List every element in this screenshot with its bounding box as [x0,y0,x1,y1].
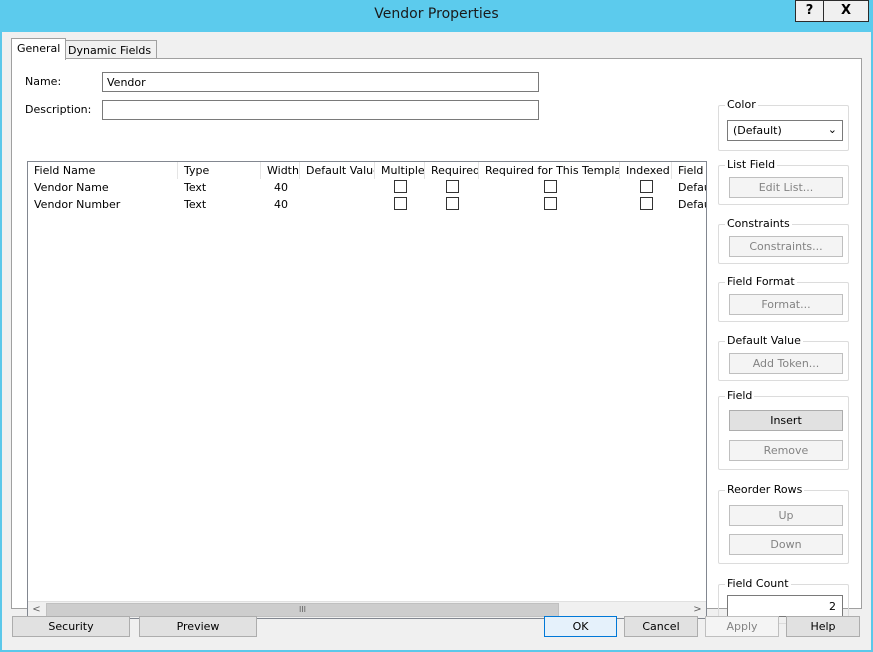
preview-button[interactable]: Preview [139,616,257,637]
apply-button[interactable]: Apply [705,616,779,637]
color-select[interactable]: (Default) ⌄ [727,120,843,141]
color-selected-value: (Default) [733,124,782,137]
scroll-thumb[interactable]: III [46,603,559,617]
help-icon[interactable]: ? [795,0,824,22]
cell-type: Text [184,198,207,211]
cell-field-name: Vendor Name [34,181,109,194]
reorder-rows-group: Reorder Rows Up Down [718,483,849,564]
cancel-button[interactable]: Cancel [624,616,698,637]
cell-field-name: Vendor Number [34,198,121,211]
description-label: Description: [25,103,92,116]
col-indexed[interactable]: Indexed [620,162,672,179]
format-button[interactable]: Format... [729,294,843,315]
field-count-value: 2 [727,595,843,617]
required-template-checkbox[interactable] [544,197,557,210]
indexed-checkbox[interactable] [640,180,653,193]
col-required-template[interactable]: Required for This Template [479,162,620,179]
field-group-title: Field [725,389,755,402]
col-multiple[interactable]: Multiple [375,162,425,179]
required-template-checkbox[interactable] [544,180,557,193]
col-field-name[interactable]: Field Name [28,162,178,179]
col-required[interactable]: Required [425,162,479,179]
description-input[interactable] [102,100,539,120]
cell-default-value [300,179,375,196]
col-field-i[interactable]: Field I [672,162,706,179]
dialog-client: General Dynamic Fields Name: Description… [2,32,871,650]
cell-field-i: Defau [678,198,706,211]
tab-dynamic-fields[interactable]: Dynamic Fields [62,40,158,60]
general-panel: Name: Description: Field Name Type Width… [11,58,862,624]
cell-width: 40 [274,198,288,211]
close-icon[interactable]: X [824,0,869,22]
chevron-down-icon: ⌄ [827,123,837,136]
list-field-group-title: List Field [725,158,778,171]
field-count-group-title: Field Count [725,577,791,590]
constraints-group-title: Constraints [725,217,792,230]
list-field-group: List Field Edit List... [718,158,849,205]
cell-default-value [300,196,375,213]
col-width[interactable]: Width [261,162,300,179]
name-input[interactable] [102,72,539,92]
name-label: Name: [25,75,62,88]
fields-grid[interactable]: Field Name Type Width Default Value Mult… [27,161,707,619]
tab-general[interactable]: General [11,38,67,60]
move-down-button[interactable]: Down [729,534,843,555]
field-group: Field Insert Remove [718,389,849,470]
constraints-group: Constraints Constraints... [718,217,849,264]
move-up-button[interactable]: Up [729,505,843,526]
ok-button[interactable]: OK [544,616,617,637]
multiple-checkbox[interactable] [394,197,407,210]
title-bar: Vendor Properties ? X [0,0,873,32]
required-checkbox[interactable] [446,180,459,193]
default-value-group: Default Value Add Token... [718,334,849,381]
required-checkbox[interactable] [446,197,459,210]
indexed-checkbox[interactable] [640,197,653,210]
default-value-group-title: Default Value [725,334,803,347]
grid-header: Field Name Type Width Default Value Mult… [28,162,706,179]
cell-field-i: Defau [678,181,706,194]
reorder-rows-group-title: Reorder Rows [725,483,805,496]
cell-type: Text [184,181,207,194]
field-format-group: Field Format Format... [718,275,849,322]
window-title: Vendor Properties [374,6,499,22]
field-format-group-title: Field Format [725,275,797,288]
constraints-button[interactable]: Constraints... [729,236,843,257]
edit-list-button[interactable]: Edit List... [729,177,843,198]
security-button[interactable]: Security [12,616,130,637]
cell-width: 40 [274,181,288,194]
col-type[interactable]: Type [178,162,261,179]
help-button[interactable]: Help [786,616,860,637]
color-group-title: Color [725,98,758,111]
color-group: Color (Default) ⌄ [718,98,849,151]
remove-button[interactable]: Remove [729,440,843,461]
add-token-button[interactable]: Add Token... [729,353,843,374]
col-default-value[interactable]: Default Value [300,162,375,179]
multiple-checkbox[interactable] [394,180,407,193]
insert-button[interactable]: Insert [729,410,843,431]
